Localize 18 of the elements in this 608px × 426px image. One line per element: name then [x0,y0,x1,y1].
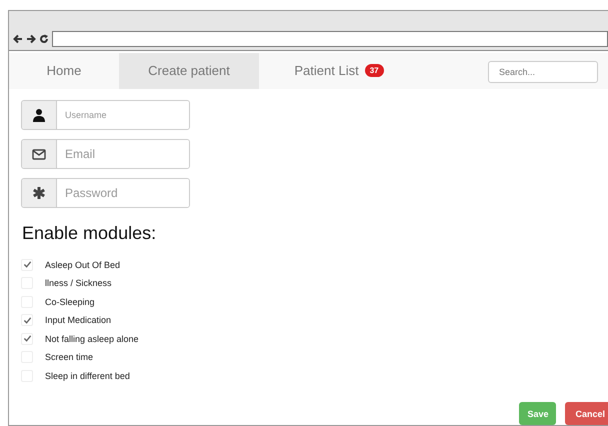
checkbox-label: Co-Sleeping [45,296,95,307]
checkbox-label: llness / Sickness [45,278,112,288]
nav-tab[interactable]: Create patient [119,53,259,88]
input-field[interactable]: Email [21,138,190,168]
input-field[interactable]: Username [21,100,190,130]
nav-tab[interactable]: Patient List 37 [259,53,419,88]
checkbox-label: Not falling asleep alone [45,334,139,344]
search-field[interactable]: Search... [488,61,598,84]
input-field[interactable]: Password [21,178,190,208]
count-badge: 37 [364,64,384,78]
section-heading: Enable modules: [22,222,158,244]
nav-tab[interactable]: Home [9,53,119,88]
cancel-button[interactable]: Cancel [565,402,608,425]
checkbox-label: Asleep Out Of Bed [45,260,120,270]
checkbox-label: Input Medication [45,315,112,326]
checkbox-label: Screen time [45,352,94,362]
checkbox-label: Sleep in different bed [45,370,130,381]
save-button[interactable]: Save [519,402,556,425]
